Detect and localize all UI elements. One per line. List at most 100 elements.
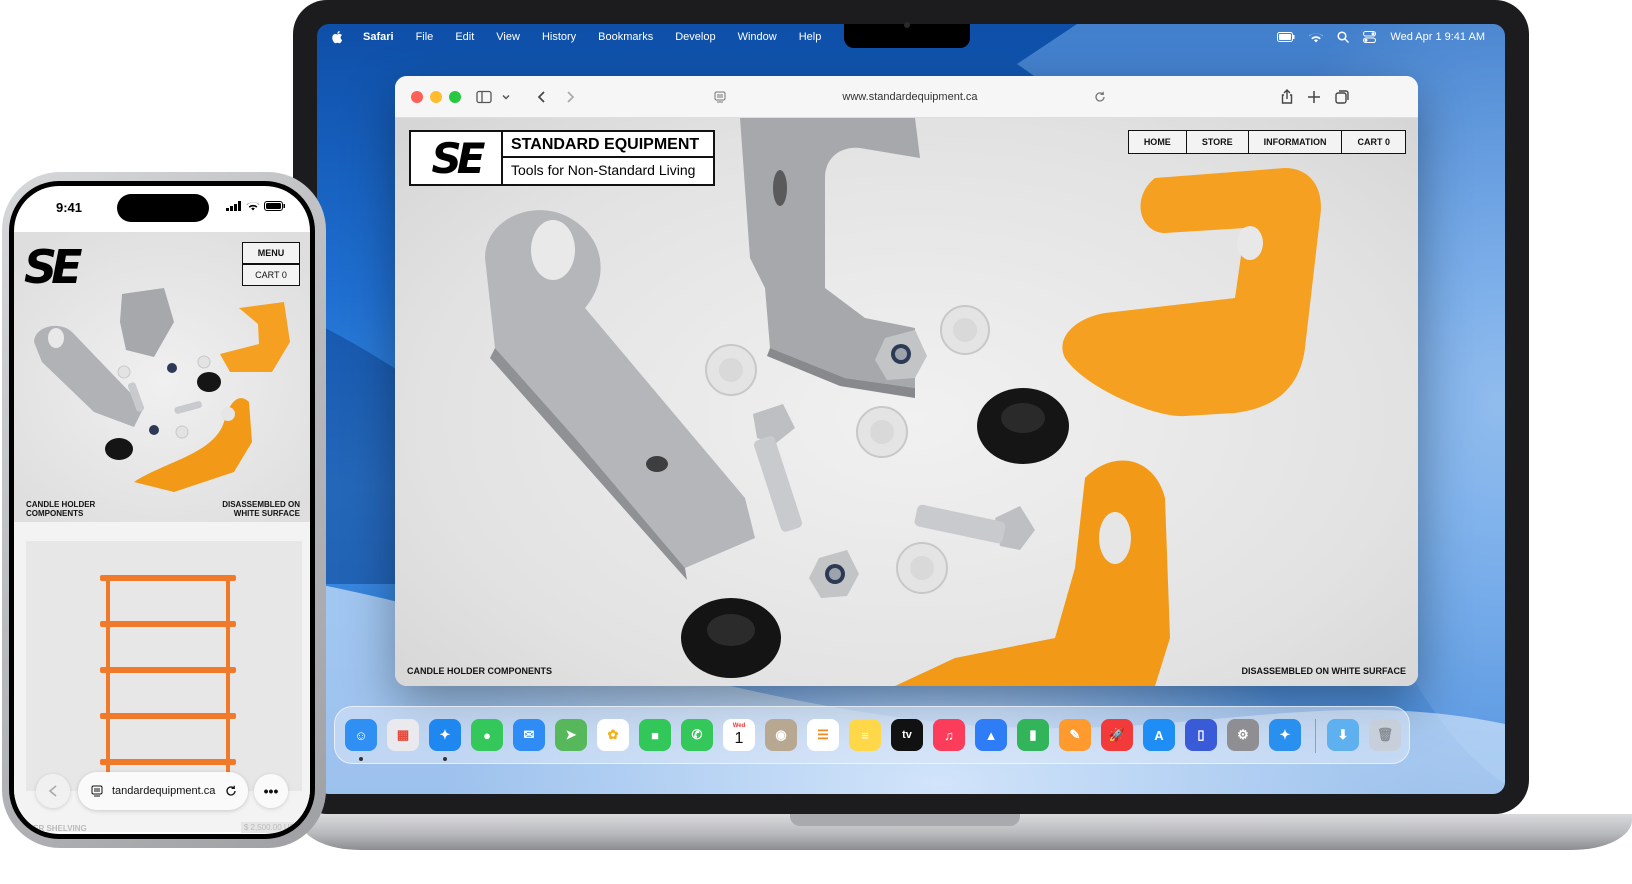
- mobile-address-bar[interactable]: tandardequipment.ca: [78, 772, 248, 810]
- mobile-cart-button[interactable]: CART 0: [242, 264, 300, 286]
- app-store-icon[interactable]: A: [1143, 719, 1175, 751]
- reminders-icon[interactable]: ☰: [807, 719, 839, 751]
- brand-tagline: Tools for Non-Standard Living: [511, 162, 696, 178]
- hero-caption-left: CANDLE HOLDER COMPONENTS: [407, 666, 553, 676]
- close-window-button[interactable]: [411, 91, 423, 103]
- sidebar-toggle-icon[interactable]: [475, 88, 493, 106]
- brand-name: STANDARD EQUIPMENT: [503, 132, 713, 158]
- rocket-icon[interactable]: 🚀: [1101, 719, 1133, 751]
- safari-toolbar: www.standardequipment.ca: [395, 76, 1418, 118]
- orange-bracket-top: [1062, 168, 1321, 417]
- menubar-status-area: Wed Apr 1 9:41 AM: [1277, 24, 1485, 50]
- new-tab-icon[interactable]: [1305, 88, 1323, 106]
- minimize-window-button[interactable]: [430, 91, 442, 103]
- mobile-se-logo[interactable]: SE: [24, 240, 83, 294]
- finder-icon[interactable]: ☺: [345, 719, 377, 751]
- tv-label: tv: [902, 729, 912, 741]
- menu-view[interactable]: View: [496, 31, 520, 43]
- calendar-icon[interactable]: Wed 1: [723, 719, 755, 751]
- mobile-menu-button[interactable]: MENU: [242, 242, 300, 264]
- music-icon[interactable]: ♫: [933, 719, 965, 751]
- status-time: 9:41: [56, 200, 83, 215]
- mobile-caption-right: DISASSEMBLED ON WHITE SURFACE: [222, 500, 300, 518]
- reload-icon[interactable]: [1093, 90, 1107, 104]
- messages-icon[interactable]: ●: [471, 719, 503, 751]
- se-logo-mark: SE: [411, 132, 503, 184]
- calendar-day-label: Wed: [732, 723, 746, 729]
- nav-information[interactable]: INFORMATION: [1249, 131, 1343, 153]
- reload-icon[interactable]: [224, 784, 238, 798]
- downloads-folder-icon[interactable]: ⬇: [1327, 719, 1359, 751]
- keynote-icon[interactable]: ▲: [975, 719, 1007, 751]
- trash-icon[interactable]: 🗑: [1369, 719, 1401, 751]
- numbers-icon[interactable]: ▮: [1017, 719, 1049, 751]
- mobile-safari-toolbar: tandardequipment.ca •••: [14, 768, 310, 834]
- mail-icon[interactable]: ✉: [513, 719, 545, 751]
- site-logo[interactable]: SE STANDARD EQUIPMENT Tools for Non-Stan…: [409, 130, 715, 186]
- menu-edit[interactable]: Edit: [455, 31, 474, 43]
- menu-help[interactable]: Help: [799, 31, 822, 43]
- nav-home[interactable]: HOME: [1129, 131, 1187, 153]
- safari-technology-preview-icon[interactable]: ✦: [1269, 719, 1301, 751]
- iphone-screen: 9:41 SE MENU CART 0 CANDLE HOLDER COMPON…: [14, 186, 310, 834]
- contacts-icon[interactable]: ◉: [765, 719, 797, 751]
- tab-overview-icon[interactable]: [1333, 88, 1351, 106]
- battery-icon[interactable]: [1277, 32, 1295, 42]
- menu-history[interactable]: History: [542, 31, 576, 43]
- site-nav: HOME STORE INFORMATION CART 0: [1127, 130, 1406, 154]
- iphone-mirroring-icon[interactable]: ▯: [1185, 719, 1217, 751]
- macos-menubar: Safari File Edit View History Bookmarks …: [317, 24, 1505, 50]
- back-icon[interactable]: [533, 88, 551, 106]
- macbook-opening-groove: [790, 814, 1020, 826]
- more-options-button[interactable]: •••: [254, 774, 288, 808]
- notes-icon[interactable]: ≡: [849, 719, 881, 751]
- mobile-url-text: tandardequipment.ca: [112, 785, 216, 797]
- share-icon[interactable]: [1278, 88, 1296, 106]
- apple-logo-icon[interactable]: [331, 30, 345, 44]
- chevron-down-icon[interactable]: [497, 88, 515, 106]
- safari-icon[interactable]: ✦: [429, 719, 461, 751]
- spotlight-search-icon[interactable]: [1337, 31, 1350, 43]
- battery-icon: [264, 201, 285, 211]
- back-button[interactable]: [36, 774, 70, 808]
- shelving-product-photo: [100, 575, 236, 776]
- menu-bookmarks[interactable]: Bookmarks: [598, 31, 653, 43]
- macos-dock: ☺ ▦ ✦ ● ✉ ➤ ✿ ■ ✆ Wed 1 ◉ ☰ ≡ tv ♫ ▲ ▮ ✎…: [334, 706, 1410, 764]
- address-bar[interactable]: www.standardequipment.ca: [705, 85, 1115, 109]
- pages-icon[interactable]: ✎: [1059, 719, 1091, 751]
- system-settings-icon[interactable]: ⚙: [1227, 719, 1259, 751]
- facetime-icon[interactable]: ■: [639, 719, 671, 751]
- more-icon: •••: [263, 783, 279, 799]
- nav-store[interactable]: STORE: [1187, 131, 1249, 153]
- mobile-hero: SE MENU CART 0 CANDLE HOLDER COMPONENTS …: [14, 232, 310, 522]
- page-menu-icon[interactable]: [90, 784, 104, 798]
- product-card-shelving[interactable]: [26, 541, 302, 791]
- wifi-icon[interactable]: [1309, 32, 1324, 43]
- page-menu-icon[interactable]: [713, 90, 727, 104]
- tv-icon[interactable]: tv: [891, 719, 923, 751]
- dynamic-island: [117, 194, 209, 222]
- phone-icon[interactable]: ✆: [681, 719, 713, 751]
- website-viewport: SE STANDARD EQUIPMENT Tools for Non-Stan…: [395, 118, 1418, 686]
- menu-app-safari[interactable]: Safari: [363, 31, 394, 43]
- hero-product-photo: [485, 118, 1321, 686]
- menu-develop[interactable]: Develop: [675, 31, 715, 43]
- control-center-icon[interactable]: [1363, 31, 1377, 43]
- menubar-clock[interactable]: Wed Apr 1 9:41 AM: [1390, 31, 1485, 43]
- cellular-signal-icon: [226, 201, 241, 211]
- menu-window[interactable]: Window: [738, 31, 777, 43]
- nav-cart[interactable]: CART 0: [1342, 131, 1405, 153]
- back-icon: [48, 785, 57, 797]
- status-icons: [226, 201, 286, 211]
- safari-window: www.standardequipment.ca SE STANDARD EQU…: [395, 76, 1418, 686]
- maps-icon[interactable]: ➤: [555, 719, 587, 751]
- menu-file[interactable]: File: [416, 31, 434, 43]
- bracket-hole: [531, 220, 575, 280]
- wifi-icon: [246, 202, 260, 211]
- hero-caption-right: DISASSEMBLED ON WHITE SURFACE: [1241, 666, 1406, 676]
- zoom-window-button[interactable]: [449, 91, 461, 103]
- forward-icon[interactable]: [561, 88, 579, 106]
- photos-icon[interactable]: ✿: [597, 719, 629, 751]
- dock-separator: [1315, 719, 1316, 753]
- launchpad-icon[interactable]: ▦: [387, 719, 419, 751]
